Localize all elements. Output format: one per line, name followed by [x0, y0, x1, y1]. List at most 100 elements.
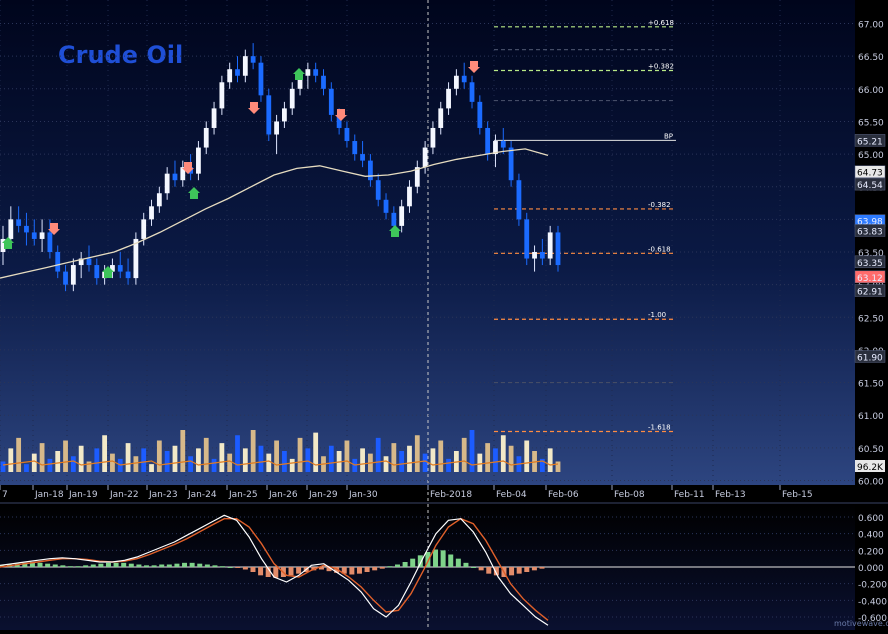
volume-bar: [344, 440, 350, 472]
volume-bar: [133, 456, 139, 472]
candle-body: [328, 88, 334, 115]
volume-bar: [47, 458, 53, 472]
volume-bar: [219, 443, 225, 472]
candle-body: [453, 75, 459, 89]
volume-bar: [78, 445, 84, 472]
candle-body: [258, 62, 264, 96]
candle-body: [344, 127, 350, 142]
candle-body: [227, 69, 233, 83]
oscillator-histogram-bar: [402, 562, 408, 567]
candle-body: [172, 173, 178, 181]
candle-body: [516, 180, 522, 220]
volume-bar: [461, 437, 467, 472]
price-axis-tick: 60.50: [858, 445, 884, 455]
fib-level-label: +0.382: [648, 63, 674, 71]
fib-level-label: -1.00: [648, 311, 666, 319]
oscillator-histogram-bar: [463, 562, 469, 567]
oscillator-histogram-bar: [174, 563, 180, 567]
volume-bar: [289, 458, 295, 472]
oscillator-histogram-bar: [486, 567, 492, 574]
candle-body: [125, 271, 131, 279]
candle-body: [524, 219, 530, 259]
fib-level-label: +0.618: [648, 19, 674, 27]
volume-bar: [547, 448, 553, 472]
volume-bar: [500, 435, 506, 472]
volume-bar: [196, 448, 201, 472]
chart-canvas: Crude Oil 67.0066.5066.0065.5065.0064.50…: [0, 0, 888, 630]
oscillator-histogram-bar: [75, 566, 81, 568]
volume-bar: [493, 448, 498, 472]
volume-bar: [0, 461, 6, 472]
oscillator-histogram-bar: [83, 565, 89, 567]
candle-body: [274, 121, 279, 135]
oscillator-histogram-bar: [250, 567, 256, 572]
volume-bar: [524, 440, 530, 472]
price-badge-label: 65.21: [857, 137, 883, 147]
candle-body: [438, 108, 444, 128]
price-badge-label: 63.35: [857, 259, 883, 269]
fib-level-label: BP: [664, 132, 673, 140]
oscillator-histogram-bar: [136, 564, 142, 567]
oscillator-histogram-bar: [90, 564, 96, 567]
price-badge-label: 63.83: [857, 227, 883, 237]
date-axis-label: Jan-26: [268, 490, 298, 500]
oscillator-histogram-bar: [539, 567, 545, 569]
candle-body: [70, 265, 76, 285]
candle-body: [321, 75, 326, 89]
candle-body: [235, 69, 240, 76]
volume-bar: [422, 453, 428, 472]
oscillator-histogram-bar: [440, 550, 446, 567]
candle-body: [24, 225, 29, 233]
oscillator-histogram-bar: [410, 558, 416, 567]
oscillator-histogram-bar: [52, 564, 58, 567]
candle-body: [407, 186, 412, 207]
oscillator-histogram-bar: [372, 567, 378, 571]
volume-bar: [313, 432, 319, 472]
volume-bar: [211, 458, 217, 472]
oscillator-histogram-bar: [509, 567, 515, 576]
volume-bar: [282, 451, 287, 472]
candle-body: [500, 141, 506, 148]
volume-bar: [63, 440, 68, 472]
volume-bar: [8, 448, 14, 472]
volume-bar: [164, 451, 170, 472]
oscillator-histogram-bar: [144, 565, 150, 567]
volume-bar: [86, 461, 92, 472]
price-badge-label: 63.12: [857, 274, 883, 284]
oscillator-histogram-bar: [433, 549, 439, 567]
oscillator-histogram-bar: [159, 564, 165, 567]
oscillator-histogram-bar: [45, 563, 51, 567]
oscillator-histogram-bar: [235, 567, 241, 568]
date-axis-label: Feb-06: [548, 490, 579, 500]
price-axis-tick: 65.50: [858, 118, 884, 128]
oscillator-histogram-bar: [121, 562, 127, 567]
price-badge-label: 64.54: [857, 181, 883, 191]
oscillator-histogram-bar: [113, 562, 119, 567]
oscillator-axis-tick: 0.400: [858, 531, 884, 541]
volume-bar: [328, 445, 334, 472]
volume-bar: [188, 456, 194, 472]
price-axis-tick: 66.50: [858, 53, 884, 63]
oscillator-histogram-bar: [128, 563, 134, 567]
candle-body: [8, 219, 14, 239]
date-axis-label: Jan-23: [148, 490, 178, 500]
chart-title: Crude Oil: [58, 41, 183, 69]
oscillator-histogram-bar: [67, 566, 73, 568]
volume-bar: [242, 448, 248, 472]
candle-body: [266, 95, 272, 135]
candle-body: [55, 252, 61, 272]
volume-bar: [399, 451, 405, 472]
oscillator-histogram-bar: [455, 558, 461, 567]
price-badge-label: 62.91: [857, 288, 883, 298]
candle-body: [211, 108, 217, 128]
candle-body: [360, 154, 365, 161]
price-axis-tick: 61.50: [858, 380, 884, 390]
oscillator-histogram-bar: [212, 565, 218, 567]
price-badge-label: 61.90: [857, 353, 883, 363]
oscillator-histogram-bar: [394, 564, 400, 567]
oscillator-histogram-bar: [448, 554, 454, 567]
volume-bar: [469, 430, 475, 472]
candle-body: [39, 232, 45, 239]
oscillator-histogram-bar: [220, 566, 226, 568]
volume-bar: [180, 430, 186, 472]
